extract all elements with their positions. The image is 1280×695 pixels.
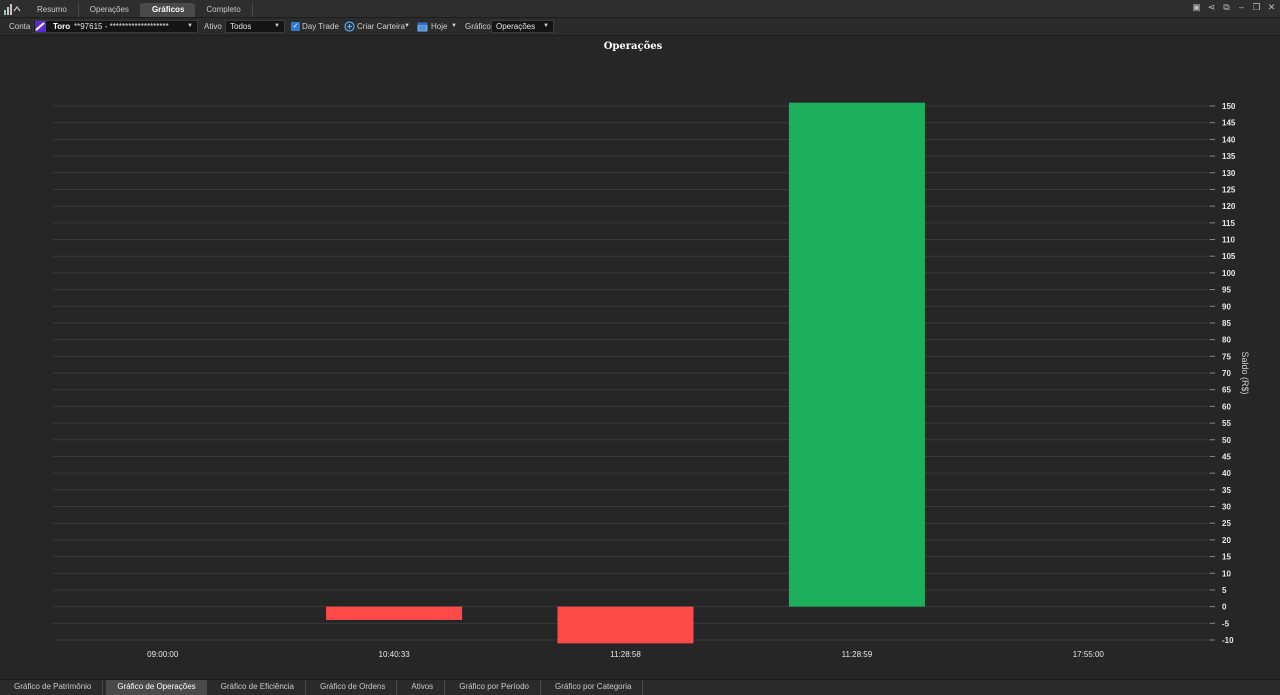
tab-grafico-patrimonio[interactable]: Gráfico de Patrimônio [3, 680, 104, 695]
restore-icon[interactable]: ❐ [1252, 3, 1261, 12]
account-select[interactable]: Toro **97615 - ******************* ▼ [33, 20, 198, 33]
y-tick-label: 25 [1222, 519, 1231, 528]
broker-logo-icon [35, 21, 46, 32]
chevron-down-icon: ▼ [274, 23, 280, 29]
calendar-icon[interactable] [417, 21, 428, 32]
ativo-label: Ativo [204, 22, 222, 31]
top-tabs: Resumo Operações Gráficos Completo [26, 3, 253, 17]
share-icon[interactable]: ⋖ [1207, 3, 1216, 12]
y-tick-label: -10 [1222, 636, 1234, 645]
y-tick-label: 110 [1222, 236, 1235, 245]
y-tick-label: 85 [1222, 319, 1231, 328]
y-tick-label: 35 [1222, 486, 1231, 495]
bar [788, 102, 925, 607]
bar [557, 606, 694, 644]
tab-operacoes[interactable]: Operações [79, 3, 141, 17]
y-tick-label: 15 [1222, 553, 1231, 562]
x-tick-label: 09:00:00 [147, 650, 179, 659]
chevron-down-icon[interactable]: ▼ [404, 18, 410, 35]
day-trade-checkbox[interactable]: ✓ [291, 22, 300, 31]
present-icon[interactable]: ▣ [1192, 3, 1201, 12]
tab-ativos[interactable]: Ativos [400, 680, 446, 695]
tab-grafico-periodo[interactable]: Gráfico por Período [448, 680, 541, 695]
y-tick-label: 90 [1222, 302, 1231, 311]
account-number: **97615 - ******************* [74, 22, 169, 31]
conta-label: Conta [9, 22, 31, 31]
y-tick-label: -5 [1222, 619, 1230, 628]
y-tick-label: 120 [1222, 202, 1236, 211]
y-tick-label: 95 [1222, 286, 1231, 295]
y-tick-label: 45 [1222, 452, 1231, 461]
y-tick-label: 20 [1222, 536, 1231, 545]
day-trade-label: Day Trade [302, 22, 339, 31]
y-tick-label: 125 [1222, 185, 1236, 194]
x-tick-label: 11:28:58 [610, 650, 641, 659]
y-tick-label: 115 [1222, 219, 1235, 228]
bar [326, 606, 463, 620]
y-tick-label: 105 [1222, 252, 1236, 261]
close-icon[interactable]: ✕ [1267, 3, 1276, 12]
y-tick-label: 10 [1222, 569, 1231, 578]
tab-grafico-operacoes[interactable]: Gráfico de Operações [106, 680, 207, 695]
y-tick-label: 50 [1222, 436, 1231, 445]
chart-area: Operações -10 -5 0 5 10 15 20 25 30 35 40 45 50 55 60 6… [0, 36, 1280, 679]
x-tick-label: 10:40:33 [379, 650, 411, 659]
y-tick-label: 40 [1222, 469, 1231, 478]
operations-bar-chart: -10 -5 0 5 10 15 20 25 30 35 40 45 50 55 60 65 70 75 80 85 9… [53, 102, 1250, 659]
x-tick-label: 11:28:59 [842, 650, 873, 659]
y-tick-label: 5 [1222, 586, 1227, 595]
y-tick-label: 145 [1222, 119, 1236, 128]
chevron-down-icon: ▼ [187, 23, 193, 29]
grafico-select[interactable]: Operações ▼ [491, 20, 554, 33]
ativo-value: Todos [230, 22, 252, 31]
y-tick-label: 65 [1222, 386, 1231, 395]
top-tab-bar: Resumo Operações Gráficos Completo ▣ ⋖ ⧉… [0, 0, 1280, 18]
y-tick-label: 70 [1222, 369, 1231, 378]
y-tick-label: 75 [1222, 352, 1231, 361]
tab-grafico-eficiencia[interactable]: Gráfico de Eficiência [210, 680, 307, 695]
tab-grafico-categoria[interactable]: Gráfico por Categoria [544, 680, 644, 695]
y-tick-label: 140 [1222, 135, 1236, 144]
period-button[interactable]: Hoje [431, 18, 447, 35]
window-controls: ▣ ⋖ ⧉ – ❐ ✕ [1192, 3, 1276, 12]
y-tick-label: 30 [1222, 503, 1231, 512]
y-tick-label: 60 [1222, 402, 1231, 411]
y-tick-label: 0 [1222, 603, 1227, 612]
x-tick-label: 17:55:00 [1073, 650, 1105, 659]
app-logo-icon [4, 4, 21, 15]
y-tick-label: 150 [1222, 102, 1236, 111]
grafico-label: Gráfico [465, 22, 491, 31]
y-tick-label: 130 [1222, 169, 1236, 178]
chevron-down-icon: ▼ [543, 23, 549, 29]
y-tick-label: 55 [1222, 419, 1231, 428]
bottom-tab-bar: Gráfico de Patrimônio Gráfico de Operaçõ… [0, 679, 1280, 695]
y-tick-label: 135 [1222, 152, 1236, 161]
broker-name: Toro [53, 22, 71, 31]
add-circle-icon[interactable] [344, 21, 355, 32]
y-tick-label: 100 [1222, 269, 1236, 278]
filter-toolbar: Conta Toro **97615 - *******************… [0, 18, 1280, 36]
y-axis-label: Saldo (R$) [1240, 351, 1250, 394]
tab-completo[interactable]: Completo [195, 3, 253, 17]
chevron-down-icon[interactable]: ▼ [451, 18, 457, 35]
tab-resumo[interactable]: Resumo [26, 3, 79, 17]
tab-grafico-ordens[interactable]: Gráfico de Ordens [309, 680, 398, 695]
popout-icon[interactable]: ⧉ [1222, 3, 1231, 12]
grafico-value: Operações [496, 22, 536, 31]
minimize-icon[interactable]: – [1237, 3, 1246, 12]
tab-graficos[interactable]: Gráficos [140, 3, 196, 17]
ativo-select[interactable]: Todos ▼ [225, 20, 285, 33]
criar-carteira-button[interactable]: Criar Carteira [357, 18, 405, 35]
y-tick-label: 80 [1222, 336, 1231, 345]
